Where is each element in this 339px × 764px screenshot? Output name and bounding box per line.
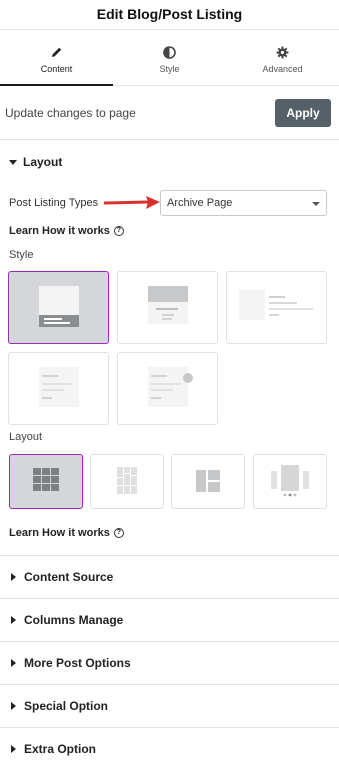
accordion-label: Columns Manage <box>24 613 124 627</box>
style-label: Style <box>9 249 34 261</box>
accordion-columns-manage[interactable]: Columns Manage <box>0 598 339 641</box>
gear-icon <box>276 44 289 60</box>
tab-content-label: Content <box>40 64 73 74</box>
learn-how-text: Learn How it works <box>9 225 110 237</box>
caret-right-icon <box>11 573 16 581</box>
tab-style[interactable]: Style <box>113 30 226 85</box>
layout-option-metro[interactable] <box>171 454 245 509</box>
layout-option-masonry[interactable] <box>90 454 164 509</box>
layout-label: Layout <box>9 431 43 443</box>
tab-content[interactable]: Content <box>0 30 113 86</box>
post-listing-label: Post Listing Types <box>9 197 99 209</box>
question-icon: ? <box>113 226 124 236</box>
apply-button[interactable]: Apply <box>275 98 331 127</box>
post-listing-row: Post Listing Types Archive Page <box>0 189 339 217</box>
style-grid <box>0 271 339 431</box>
caret-right-icon <box>11 616 16 624</box>
caret-right-icon <box>11 745 16 753</box>
accordion-special-option[interactable]: Special Option <box>0 684 339 727</box>
layout-section-toggle[interactable]: Layout <box>0 140 339 184</box>
layout-option-carousel[interactable] <box>253 454 327 509</box>
accordion-more-post-options[interactable]: More Post Options <box>0 641 339 684</box>
chevron-down-icon <box>312 202 320 206</box>
learn-how-text-2: Learn How it works <box>9 527 110 539</box>
style-option-5[interactable] <box>117 352 218 425</box>
tab-bar: Content Style Advanced <box>0 30 339 86</box>
layout-section-title: Layout <box>23 155 63 169</box>
accordion-label: More Post Options <box>24 656 131 670</box>
tab-advanced[interactable]: Advanced <box>226 30 339 85</box>
update-row: Update changes to page Apply <box>0 86 339 140</box>
pencil-icon <box>51 44 63 60</box>
half-circle-icon <box>163 44 176 60</box>
accordion-extra-option[interactable]: Extra Option <box>0 727 339 764</box>
post-listing-select[interactable]: Archive Page <box>160 190 327 216</box>
layout-grid <box>0 454 339 516</box>
question-icon: ? <box>113 528 124 538</box>
accordion-label: Special Option <box>24 699 109 713</box>
tab-advanced-label: Advanced <box>262 64 303 74</box>
accordion-content-source[interactable]: Content Source <box>0 555 339 598</box>
caret-right-icon <box>11 659 16 667</box>
panel-title: Edit Blog/Post Listing <box>0 0 339 30</box>
post-listing-value: Archive Page <box>167 197 233 209</box>
learn-how-link[interactable]: Learn How it works ? <box>0 222 339 240</box>
update-text: Update changes to page <box>5 105 136 120</box>
accordion-label: Content Source <box>24 570 114 584</box>
red-arrow-icon <box>104 196 160 209</box>
style-option-2[interactable] <box>117 271 218 344</box>
style-option-4[interactable] <box>8 352 109 425</box>
caret-right-icon <box>11 702 16 710</box>
style-option-3[interactable] <box>226 271 327 344</box>
tab-style-label: Style <box>159 64 180 74</box>
learn-how-link-2[interactable]: Learn How it works ? <box>0 525 339 541</box>
accordion-label: Extra Option <box>24 742 97 756</box>
layout-option-grid[interactable] <box>9 454 83 509</box>
caret-down-icon <box>9 159 17 165</box>
style-option-1[interactable] <box>8 271 109 344</box>
